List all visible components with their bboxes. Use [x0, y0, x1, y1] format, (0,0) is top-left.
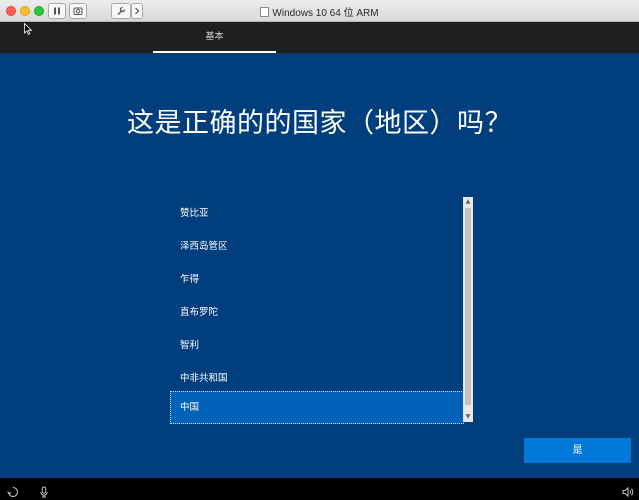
list-item[interactable]: 直布罗陀: [170, 296, 464, 329]
window-title: Windows 10 64 位 ARM: [0, 4, 639, 19]
list-item[interactable]: 赞比亚: [170, 197, 464, 230]
yes-button[interactable]: 是: [524, 438, 631, 463]
list-item-selected[interactable]: 中国: [170, 391, 464, 424]
oobe-header: 基本: [0, 23, 639, 53]
ease-of-access-button[interactable]: [7, 483, 19, 498]
ease-of-access-icon: [7, 486, 19, 498]
list-item[interactable]: 智利: [170, 329, 464, 362]
window-title-text: Windows 10 64 位 ARM: [272, 8, 379, 19]
page-title: 这是正确的的国家（地区）吗？: [127, 108, 512, 139]
region-list-scrollbar[interactable]: ▲ ▼: [463, 197, 473, 422]
scroll-down-icon[interactable]: ▼: [463, 412, 473, 422]
vm-titlebar: Windows 10 64 位 ARM: [0, 0, 639, 22]
microphone-icon: [40, 486, 48, 498]
mouse-cursor-icon: [24, 23, 32, 35]
microphone-button[interactable]: [38, 483, 50, 498]
scroll-up-icon[interactable]: ▲: [463, 197, 473, 207]
volume-icon: [622, 486, 634, 498]
oobe-main: 这是正确的的国家（地区）吗？ 赞比亚 泽西岛管区 乍得 直布罗陀 智利 中非共和…: [0, 53, 639, 478]
list-item[interactable]: 乍得: [170, 263, 464, 296]
scroll-thumb[interactable]: [465, 208, 471, 405]
region-list[interactable]: 赞比亚 泽西岛管区 乍得 直布罗陀 智利 中非共和国 中国: [170, 197, 464, 424]
volume-button[interactable]: [622, 483, 634, 498]
tab-basics: 基本: [205, 32, 224, 42]
vm-icon: [260, 7, 270, 17]
oobe-bottombar: [0, 478, 639, 500]
list-item[interactable]: 泽西岛管区: [170, 230, 464, 263]
